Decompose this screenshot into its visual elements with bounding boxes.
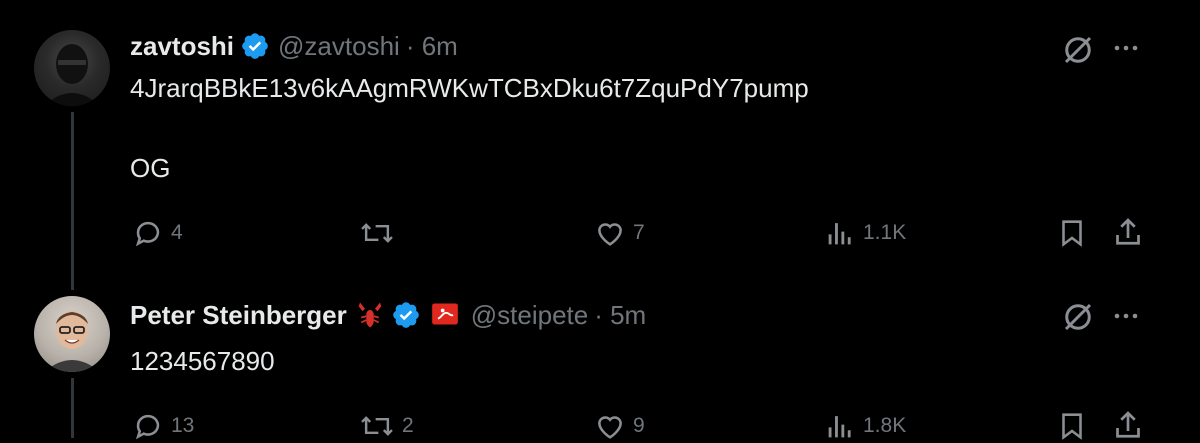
retweet-icon bbox=[361, 416, 393, 436]
timestamp[interactable]: · 5m bbox=[594, 300, 646, 331]
reply-button[interactable]: 13 bbox=[131, 409, 194, 443]
avatar[interactable] bbox=[34, 30, 110, 106]
tweet-header: zavtoshi @zavtoshi · 6m bbox=[130, 29, 458, 63]
more-icon[interactable] bbox=[1113, 306, 1139, 326]
thread-line bbox=[71, 112, 74, 290]
tweet-text-line: 1234567890 bbox=[130, 346, 275, 376]
display-name[interactable]: zavtoshi bbox=[130, 31, 234, 62]
lobster-emoji-icon bbox=[355, 300, 385, 330]
display-name[interactable]: Peter Steinberger bbox=[130, 300, 347, 331]
views-button[interactable]: 1.1K bbox=[823, 216, 906, 250]
views-button[interactable]: 1.8K bbox=[823, 409, 906, 443]
more-icon[interactable] bbox=[1113, 38, 1139, 58]
like-count: 7 bbox=[633, 221, 645, 244]
views-count: 1.1K bbox=[863, 221, 907, 244]
reply-icon bbox=[135, 414, 160, 440]
share-icon[interactable] bbox=[1110, 214, 1146, 250]
share-icon[interactable] bbox=[1110, 407, 1146, 443]
bookmark-icon[interactable] bbox=[1055, 216, 1089, 250]
handle[interactable]: @zavtoshi bbox=[278, 31, 400, 62]
retweet-count: 2 bbox=[402, 414, 414, 437]
retweet-icon bbox=[361, 223, 393, 243]
tweet-text-line: 4JrarqBBkE13v6kAAgmRWKwTCBxDku6t7ZquPdY7… bbox=[130, 73, 809, 103]
heart-icon bbox=[598, 223, 622, 246]
retweet-button[interactable] bbox=[358, 216, 402, 250]
thread-line bbox=[71, 378, 74, 438]
grok-icon[interactable] bbox=[1060, 32, 1096, 68]
avatar[interactable] bbox=[34, 296, 110, 372]
reply-count: 13 bbox=[171, 414, 195, 437]
tweet-text-line: OG bbox=[130, 153, 171, 183]
reply-button[interactable]: 4 bbox=[131, 216, 183, 250]
reply-count: 4 bbox=[171, 221, 183, 244]
views-icon bbox=[828, 223, 851, 245]
timestamp[interactable]: · 6m bbox=[406, 31, 458, 62]
verified-badge-icon[interactable] bbox=[240, 31, 270, 61]
tweet-header: Peter Steinberger @steipete · 5m bbox=[130, 297, 646, 333]
reply-icon bbox=[135, 221, 160, 247]
bookmark-icon[interactable] bbox=[1055, 409, 1089, 443]
views-icon bbox=[828, 416, 851, 438]
like-button[interactable]: 7 bbox=[593, 216, 645, 250]
like-button[interactable]: 9 bbox=[593, 409, 645, 443]
handle[interactable]: @steipete bbox=[471, 300, 588, 331]
grok-icon[interactable] bbox=[1060, 299, 1096, 335]
verified-badge-icon[interactable] bbox=[391, 300, 421, 330]
heart-icon bbox=[598, 416, 622, 439]
like-count: 9 bbox=[633, 414, 645, 437]
retweet-button[interactable]: 2 bbox=[358, 409, 414, 443]
views-count: 1.8K bbox=[863, 414, 907, 437]
red-flag-badge-icon[interactable] bbox=[431, 300, 461, 330]
